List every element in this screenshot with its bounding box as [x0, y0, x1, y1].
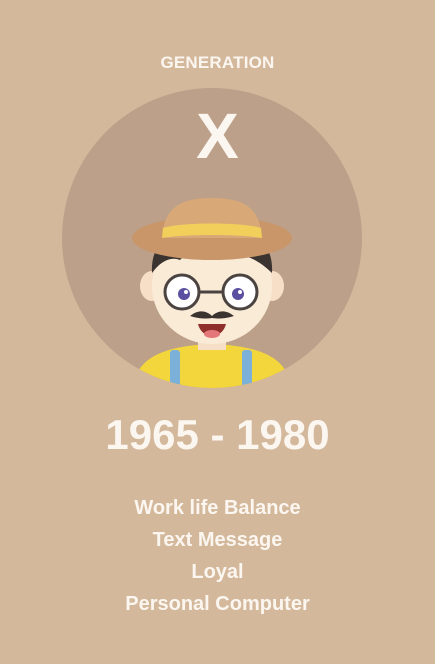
trait-item: Text Message [152, 529, 283, 551]
year-range: 1965 - 1980 [105, 411, 330, 458]
generation-label: GENERATION [160, 53, 275, 72]
traits-list: Work life Balance Text Message Loyal Per… [0, 492, 435, 620]
trait-item: Work life Balance [134, 497, 301, 519]
generation-letter: X [196, 100, 239, 172]
trait-item: Personal Computer [125, 593, 310, 615]
trait-item: Loyal [191, 561, 244, 583]
generation-card: GENERATION X 1965 - 1980 Work life Balan… [0, 0, 435, 664]
